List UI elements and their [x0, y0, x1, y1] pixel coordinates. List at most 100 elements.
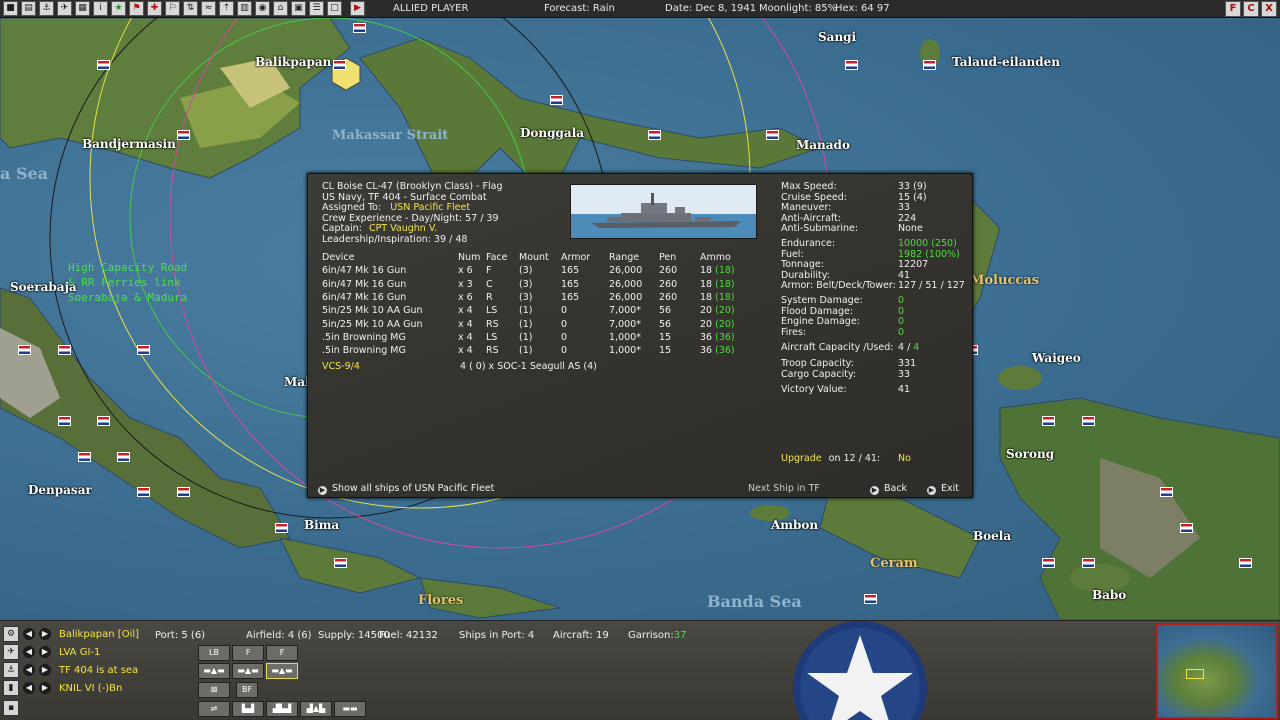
flag-icon[interactable]: [58, 416, 71, 426]
aircraft-icon[interactable]: ✈: [57, 1, 72, 16]
table-row[interactable]: 6in/47 Mk 16 Gun x 6 F (3) 165 26,000 26…: [322, 264, 750, 277]
ship-type-2-button[interactable]: ▬▲▬: [232, 663, 264, 679]
flag-icon[interactable]: [923, 60, 936, 70]
show-all-ships-button[interactable]: ▶ Show all ships of USN Pacific Fleet: [318, 483, 494, 495]
cargo-button[interactable]: ▙▟: [232, 701, 264, 717]
clear-button[interactable]: C: [1243, 1, 1259, 17]
hq-icon[interactable]: ⌂: [273, 1, 288, 16]
flag-icon[interactable]: [550, 95, 563, 105]
flag-icon[interactable]: [1160, 487, 1173, 497]
flag-icon[interactable]: [18, 345, 31, 355]
flag-icon[interactable]: [648, 130, 661, 140]
submarine-button[interactable]: ▬▬: [334, 701, 366, 717]
bottom-row-base[interactable]: ⚙ ◀ ▶ Balikpapan [Oil]: [0, 625, 139, 643]
flag-icon[interactable]: [1042, 558, 1055, 568]
base-label[interactable]: Balikpapan [Oil]: [59, 629, 139, 640]
flag-toggle-button[interactable]: F: [1225, 1, 1241, 17]
assigned-value[interactable]: USN Pacific Fleet: [390, 202, 470, 213]
next-arrow-icon[interactable]: ▶: [39, 628, 51, 640]
next-arrow-icon[interactable]: ▶: [39, 682, 51, 694]
next-arrow-icon[interactable]: ▶: [39, 664, 51, 676]
flag-icon[interactable]: [177, 130, 190, 140]
infantry-button[interactable]: ⊠: [198, 682, 230, 698]
flag-icon[interactable]: [1239, 558, 1252, 568]
ship-type-3-button[interactable]: ▬▲▬: [266, 663, 298, 679]
prev-arrow-icon[interactable]: ◀: [23, 682, 35, 694]
flag-icon[interactable]: [1042, 416, 1055, 426]
flag-icon[interactable]: [58, 345, 71, 355]
bottom-row-tf[interactable]: ⚓ ◀ ▶ TF 404 is at sea: [0, 661, 138, 679]
ship-type-button[interactable]: ▬▲▬: [198, 663, 230, 679]
report-icon[interactable]: ▤: [21, 1, 36, 16]
flag-icon[interactable]: [766, 130, 779, 140]
flag-red-icon[interactable]: ⚑: [129, 1, 144, 16]
target-icon[interactable]: ✚: [147, 1, 162, 16]
table-row[interactable]: .5in Browning MG x 4 RS (1) 0 1,000* 15 …: [322, 344, 750, 357]
convoy-button[interactable]: ▟▙▟: [266, 701, 298, 717]
flag-icon[interactable]: [353, 23, 366, 33]
prev-arrow-icon[interactable]: ◀: [23, 646, 35, 658]
flag-icon[interactable]: [117, 452, 130, 462]
close-button[interactable]: X: [1261, 1, 1277, 17]
globe-icon[interactable]: ◉: [255, 1, 270, 16]
hq-icon[interactable]: ▪: [3, 700, 19, 716]
table-row[interactable]: .5in Browning MG x 4 LS (1) 0 1,000* 15 …: [322, 331, 750, 344]
flag-icon[interactable]: [177, 487, 190, 497]
captain-value[interactable]: CPT Vaughn V.: [369, 223, 437, 234]
table-row[interactable]: 5in/25 Mk 10 AA Gun x 4 LS (1) 0 7,000* …: [322, 304, 750, 317]
base-icon[interactable]: ⚙: [3, 626, 19, 642]
table-row[interactable]: 6in/47 Mk 16 Gun x 6 R (3) 165 26,000 26…: [322, 291, 750, 304]
star-icon[interactable]: ★: [111, 1, 126, 16]
filter-icon[interactable]: ⇅: [183, 1, 198, 16]
air-group-link[interactable]: VCS-9/4: [322, 361, 360, 373]
flag-icon[interactable]: [333, 60, 346, 70]
taskforce-label[interactable]: TF 404 is at sea: [59, 665, 138, 676]
airgroup-icon[interactable]: ✈: [3, 644, 19, 660]
menu-icon[interactable]: ■: [3, 1, 18, 16]
list-icon[interactable]: ☰: [309, 1, 324, 16]
flag-icon[interactable]: [137, 487, 150, 497]
flag-blue-icon[interactable]: ⚐: [165, 1, 180, 16]
bottom-row-air[interactable]: ✈ ◀ ▶ LVA GI-1: [0, 643, 100, 661]
exit-button[interactable]: ▶ Exit: [927, 483, 959, 495]
bottom-row-ground[interactable]: ▮ ◀ ▶ KNIL VI (-)Bn: [0, 679, 122, 697]
database-icon[interactable]: ▣: [291, 1, 306, 16]
next-ship-button[interactable]: Next Ship in TF: [748, 483, 820, 494]
land-based-air-button[interactable]: LB: [198, 645, 230, 661]
flag-icon[interactable]: [275, 523, 288, 533]
flag-icon[interactable]: [97, 60, 110, 70]
table-row[interactable]: 6in/47 Mk 16 Gun x 3 C (3) 165 26,000 26…: [322, 278, 750, 291]
window-icon[interactable]: □: [327, 1, 342, 16]
upgrade-link[interactable]: Upgrade: [781, 453, 822, 464]
flag-icon[interactable]: [137, 345, 150, 355]
upgrade-icon[interactable]: ⇡: [219, 1, 234, 16]
print-icon[interactable]: ▦: [75, 1, 90, 16]
next-arrow-icon[interactable]: ▶: [39, 646, 51, 658]
fighter-2-button[interactable]: F: [266, 645, 298, 661]
taskforce-icon[interactable]: ⚓: [3, 662, 19, 678]
flag-icon[interactable]: [1082, 416, 1095, 426]
minimap[interactable]: [1156, 623, 1278, 719]
fighter-button[interactable]: F: [232, 645, 264, 661]
prev-arrow-icon[interactable]: ◀: [23, 628, 35, 640]
fleet-button[interactable]: ▟▲▙: [300, 701, 332, 717]
flag-icon[interactable]: [845, 60, 858, 70]
table-row[interactable]: 5in/25 Mk 10 AA Gun x 4 RS (1) 0 7,000* …: [322, 317, 750, 330]
ships-icon[interactable]: ⚓: [39, 1, 54, 16]
chart-icon[interactable]: ▥: [237, 1, 252, 16]
ground-unit-icon[interactable]: ▮: [3, 680, 19, 696]
airgroup-label[interactable]: LVA GI-1: [59, 647, 100, 658]
prev-arrow-icon[interactable]: ◀: [23, 664, 35, 676]
flag-icon[interactable]: [97, 416, 110, 426]
back-button[interactable]: ▶ Back: [870, 483, 907, 495]
ground-unit-label[interactable]: KNIL VI (-)Bn: [59, 683, 122, 694]
flag-icon[interactable]: [1082, 558, 1095, 568]
minimap-viewport[interactable]: [1186, 669, 1204, 679]
flag-icon[interactable]: [334, 558, 347, 568]
flag-icon[interactable]: [1180, 523, 1193, 533]
base-force-button[interactable]: BF: [236, 682, 258, 698]
transport-button[interactable]: ⇌: [198, 701, 230, 717]
info-icon[interactable]: i: [93, 1, 108, 16]
flag-icon[interactable]: [78, 452, 91, 462]
flag-icon[interactable]: [864, 594, 877, 604]
